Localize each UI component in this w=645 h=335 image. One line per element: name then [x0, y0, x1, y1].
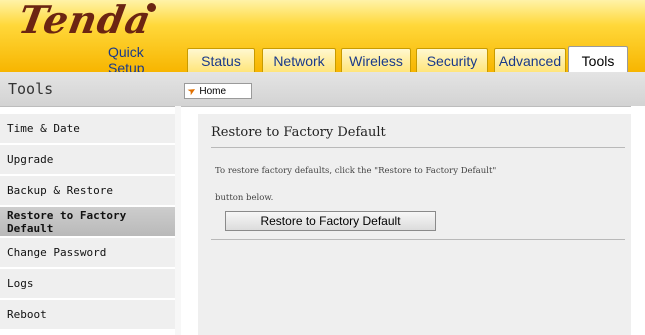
- sidebar-item-label: Time & Date: [7, 122, 80, 135]
- tab-label: Advanced: [498, 52, 562, 69]
- tab-label: Tools: [581, 52, 615, 69]
- sidebar-item-label: Restore to Factory Default: [7, 208, 127, 235]
- top-header: Tenda Quick Setup Status Network Wireles…: [0, 0, 645, 76]
- sidebar-item-upgrade[interactable]: Upgrade: [0, 145, 175, 175]
- sidebar: Time & Date Upgrade Backup & Restore Res…: [0, 114, 175, 335]
- home-arrow-icon: ➤: [185, 84, 199, 98]
- description-text: To restore factory defaults, click the "…: [215, 166, 497, 176]
- bottom-divider: [211, 239, 625, 240]
- page-title: Restore to Factory Default: [211, 125, 386, 140]
- sidebar-item-time-date[interactable]: Time & Date: [0, 114, 175, 144]
- restore-factory-default-button[interactable]: Restore to Factory Default: [225, 211, 436, 231]
- sidebar-item-label: Backup & Restore: [7, 184, 113, 197]
- sidebar-item-restore-factory-default[interactable]: Restore to Factory Default: [0, 207, 175, 237]
- tab-network[interactable]: Network: [262, 48, 336, 72]
- sidebar-item-backup-restore[interactable]: Backup & Restore: [0, 176, 175, 206]
- sidebar-item-change-password[interactable]: Change Password: [0, 238, 175, 268]
- tab-advanced[interactable]: Advanced: [494, 48, 566, 72]
- tab-security[interactable]: Security: [416, 48, 488, 72]
- description-text-cont: button below.: [215, 193, 274, 203]
- sidebar-item-label: Upgrade: [7, 153, 54, 166]
- tab-label: Network: [273, 52, 325, 69]
- tab-status[interactable]: Status: [187, 48, 255, 72]
- title-divider: [211, 147, 625, 148]
- right-margin: [631, 106, 645, 335]
- home-button[interactable]: ➤ Home: [184, 83, 252, 99]
- tenda-logo: Tenda: [15, 0, 155, 42]
- sidebar-item-reboot[interactable]: Reboot: [0, 300, 175, 330]
- sidebar-item-label: Change Password: [7, 246, 107, 259]
- tab-label: Wireless: [349, 52, 403, 69]
- tab-label: Status: [201, 52, 241, 69]
- section-title: Tools: [8, 80, 54, 98]
- sidebar-item-label: Logs: [7, 277, 34, 290]
- tab-label: Security: [426, 52, 478, 69]
- tab-quick-setup[interactable]: Quick Setup: [108, 44, 182, 76]
- section-bar: Tools ➤ Home: [0, 72, 645, 107]
- tab-wireless[interactable]: Wireless: [341, 48, 411, 72]
- sidebar-item-logs[interactable]: Logs: [0, 269, 175, 299]
- sidebar-divider: [175, 106, 181, 335]
- home-label: Home: [199, 85, 227, 97]
- main-panel: Restore to Factory Default To restore fa…: [198, 114, 631, 335]
- tab-tools[interactable]: Tools: [568, 46, 628, 74]
- logo-dot-icon: [147, 3, 156, 12]
- sidebar-item-label: Reboot: [7, 308, 47, 321]
